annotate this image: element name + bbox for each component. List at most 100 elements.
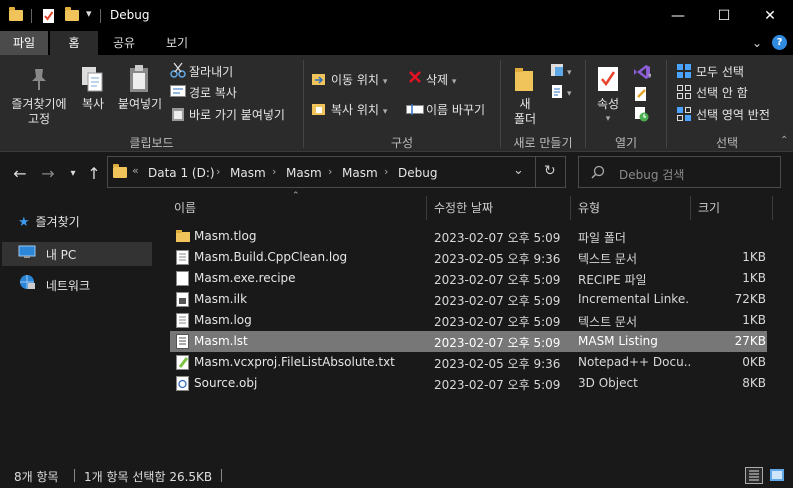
copy-to-button[interactable]: 복사 위치 ▾ [331, 101, 387, 118]
nav-quick-access[interactable]: ★ 즐겨찾기 [18, 211, 80, 233]
history-icon[interactable] [633, 106, 649, 125]
file-name: Masm.lst [194, 334, 248, 348]
large-icons-view-icon[interactable] [768, 467, 786, 484]
select-none-button[interactable]: 선택 안 함 [696, 84, 748, 101]
breadcrumb-overflow[interactable]: « [132, 164, 139, 177]
select-none-icon [676, 84, 692, 103]
back-arrow-icon[interactable]: ← [10, 164, 30, 183]
new-folder-icon [514, 66, 536, 97]
column-divider[interactable] [772, 196, 773, 220]
file-row[interactable]: Source.obj 2023-02-07 오후 5:09 3D Object … [170, 373, 767, 394]
breadcrumb-masm-1[interactable]: Masm [230, 166, 266, 180]
delete-button[interactable]: 삭제 ▾ [426, 71, 456, 88]
search-icon [591, 165, 605, 182]
column-divider[interactable] [690, 196, 691, 220]
breadcrumb-masm-3[interactable]: Masm [342, 166, 378, 180]
invert-selection-button[interactable]: 선택 영역 반전 [696, 106, 770, 123]
properties-icon [596, 65, 620, 96]
copy-path-icon [170, 85, 186, 100]
easy-access-icon[interactable]: ▾ [549, 84, 575, 103]
paste-button[interactable]: 붙여넣기 [115, 97, 165, 112]
nav-this-pc[interactable]: 내 PC [18, 243, 76, 265]
divider [31, 9, 32, 23]
folder-icon [176, 229, 190, 244]
rename-icon [406, 103, 424, 118]
edit-icon[interactable] [633, 86, 649, 105]
file-type: MASM Listing [578, 334, 658, 348]
title-bar: ▾ Debug — ☐ ✕ [0, 0, 793, 31]
file-size: 1KB [742, 250, 766, 264]
tab-view[interactable]: 보기 [153, 31, 201, 55]
quick-access-dropdown[interactable]: ▾ [86, 7, 92, 20]
pin-to-quick-access-button[interactable]: 즐겨찾기에 고정 [4, 97, 74, 127]
search-input[interactable]: Debug 검색 [619, 166, 684, 183]
recent-locations-dropdown[interactable]: ▾ [63, 168, 83, 179]
file-size: 1KB [742, 271, 766, 285]
visual-studio-icon[interactable]: ▾ [633, 64, 652, 83]
column-header-size[interactable]: 크기 [698, 198, 720, 220]
help-icon[interactable]: ? [772, 35, 787, 50]
ribbon: 즐겨찾기에 고정 복사 붙여넣기 잘라내기 경로 복사 바로 가기 붙여넣기 클… [0, 55, 793, 152]
chevron-down-icon[interactable]: ⌄ [752, 36, 762, 50]
new-folder-button[interactable]: 새 폴더 [505, 97, 545, 127]
file-row-selected[interactable]: Masm.lst 2023-02-07 오후 5:09 MASM Listing… [170, 331, 767, 352]
cut-button[interactable]: 잘라내기 [189, 63, 233, 80]
ribbon-tabs: 파일 홈 공유 보기 ⌄ ? [0, 31, 793, 55]
refresh-icon[interactable]: ↻ [544, 163, 556, 179]
divider [74, 469, 75, 482]
chevron-down-icon: ▾ [382, 77, 388, 87]
group-label-organize: 구성 [390, 136, 414, 150]
copy-path-button[interactable]: 경로 복사 [189, 84, 237, 101]
column-header-name[interactable]: 이름 [174, 198, 196, 220]
file-date: 2023-02-07 오후 5:09 [434, 336, 561, 350]
chevron-right-icon[interactable]: › [216, 165, 220, 178]
file-row[interactable]: Masm.vcxproj.FileListAbsolute.txt 2023-0… [170, 352, 767, 373]
file-row[interactable]: Masm.exe.recipe 2023-02-07 오후 5:09 RECIP… [170, 268, 767, 289]
move-to-button[interactable]: 이동 위치 ▾ [331, 71, 387, 88]
tab-file[interactable]: 파일 [0, 31, 48, 55]
search-box[interactable]: Debug 검색 [578, 156, 781, 188]
selection-info: 1개 항목 선택함 26.5KB [84, 470, 213, 484]
address-bar[interactable]: « Data 1 (D:) › Masm › Masm › Masm › Deb… [107, 156, 566, 188]
file-type: 3D Object [578, 376, 638, 390]
tab-share[interactable]: 공유 [102, 31, 146, 55]
file-row[interactable]: Masm.ilk 2023-02-07 오후 5:09 Incremental … [170, 289, 767, 310]
paste-shortcut-button[interactable]: 바로 가기 붙여넣기 [189, 106, 285, 123]
new-folder-icon[interactable] [65, 7, 81, 24]
column-divider[interactable] [570, 196, 571, 220]
file-row[interactable]: Masm.Build.CppClean.log 2023-02-05 오후 9:… [170, 247, 767, 268]
column-header-date[interactable]: 수정한 날짜 [434, 198, 493, 220]
breadcrumb-drive[interactable]: Data 1 (D:) [148, 166, 215, 180]
file-row[interactable]: Masm.log 2023-02-07 오후 5:09 텍스트 문서 1KB [170, 310, 767, 331]
file-size: 27KB [734, 334, 766, 348]
column-header-type[interactable]: 유형 [578, 198, 600, 220]
breadcrumb-masm-2[interactable]: Masm [286, 166, 322, 180]
minimize-button[interactable]: — [655, 0, 701, 31]
file-row[interactable]: Masm.tlog 2023-02-07 오후 5:09 파일 폴더 [170, 226, 767, 247]
details-view-icon[interactable] [745, 467, 763, 484]
collapse-ribbon-icon[interactable]: ⌃ [780, 135, 788, 146]
computer-icon [18, 244, 36, 266]
file-date: 2023-02-07 오후 5:09 [434, 315, 561, 329]
close-button[interactable]: ✕ [747, 0, 793, 31]
select-all-button[interactable]: 모두 선택 [696, 63, 744, 80]
chevron-right-icon[interactable]: › [272, 165, 276, 178]
properties-button[interactable]: 속성 ▾ [588, 97, 628, 127]
tab-home[interactable]: 홈 [50, 31, 98, 55]
maximize-button[interactable]: ☐ [701, 0, 747, 31]
chevron-right-icon[interactable]: › [384, 165, 388, 178]
address-dropdown[interactable]: ⌄ [513, 163, 524, 178]
new-item-icon[interactable]: ▾ [549, 63, 575, 82]
properties-icon[interactable] [41, 8, 57, 24]
column-divider[interactable] [426, 196, 427, 220]
copy-button[interactable]: 복사 [75, 97, 111, 112]
group-label-select: 선택 [715, 136, 739, 150]
breadcrumb-debug[interactable]: Debug [398, 166, 437, 180]
up-arrow-icon[interactable]: ↑ [84, 164, 104, 183]
chevron-right-icon[interactable]: › [328, 165, 332, 178]
select-all-icon [676, 63, 692, 82]
paste-icon [128, 64, 152, 97]
rename-button[interactable]: 이름 바꾸기 [426, 101, 485, 118]
forward-arrow-icon[interactable]: → [38, 164, 58, 183]
nav-network[interactable]: 네트워크 [18, 274, 90, 296]
